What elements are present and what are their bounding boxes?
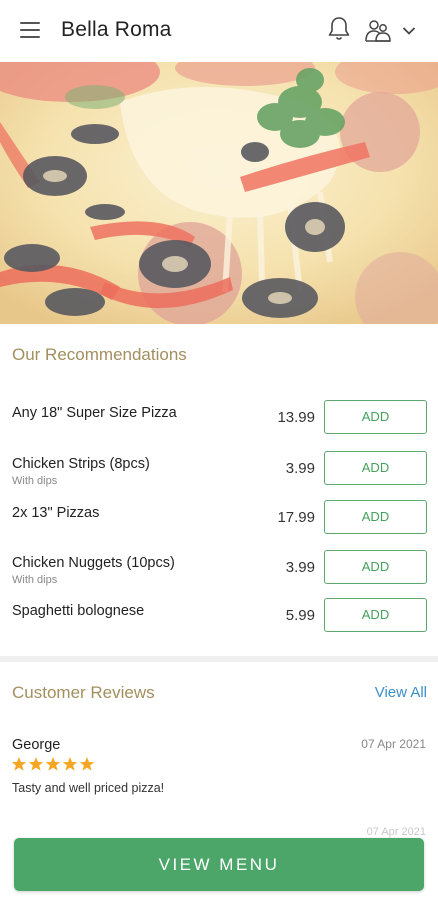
add-button[interactable]: ADD — [324, 550, 427, 584]
item-price: 17.99 — [277, 509, 315, 526]
reviews-title: Customer Reviews — [12, 683, 155, 702]
item-name: 2x 13" Pizzas — [12, 505, 100, 521]
reviewer-name: George — [12, 737, 61, 753]
list-item: 2x 13" Pizzas 17.99 ADD — [0, 500, 438, 545]
item-subtitle: With dips — [12, 475, 58, 487]
item-price: 3.99 — [285, 559, 315, 576]
item-price: 5.99 — [285, 607, 315, 624]
account-icon — [365, 20, 391, 42]
hero-pizza-image — [0, 62, 438, 324]
star-icon — [11, 757, 27, 771]
pizza-photo — [0, 62, 438, 324]
item-subtitle: With dips — [12, 574, 58, 586]
view-menu-button[interactable]: VIEW MENU — [14, 838, 424, 891]
review-date: 07 Apr 2021 — [361, 737, 426, 751]
list-item: Spaghetti bolognese 5.99 ADD — [0, 598, 438, 643]
star-icon — [28, 757, 44, 771]
add-button[interactable]: ADD — [324, 500, 427, 534]
star-icon — [62, 757, 78, 771]
item-name: Chicken Nuggets (10pcs) — [12, 555, 175, 571]
list-item: Any 18" Super Size Pizza 13.99 ADD — [0, 400, 438, 445]
star-icon — [79, 757, 95, 771]
item-name: Any 18" Super Size Pizza — [12, 405, 177, 421]
item-name: Spaghetti bolognese — [12, 603, 145, 619]
recommendations-title: Our Recommendations — [12, 345, 187, 364]
review-text: Tasty and well priced pizza! — [12, 781, 165, 795]
star-rating — [11, 756, 96, 772]
add-button[interactable]: ADD — [324, 400, 427, 434]
add-button[interactable]: ADD — [324, 598, 427, 632]
item-price: 3.99 — [285, 460, 315, 477]
bell-icon[interactable] — [327, 16, 351, 42]
account-menu[interactable] — [364, 18, 424, 44]
next-review-date: 07 Apr 2021 — [366, 826, 426, 838]
list-item: Chicken Nuggets (10pcs) With dips 3.99 A… — [0, 550, 438, 595]
app-header: Bella Roma — [0, 0, 438, 62]
add-button[interactable]: ADD — [324, 451, 427, 485]
item-price: 13.99 — [277, 409, 315, 426]
star-icon — [45, 757, 61, 771]
view-all-link[interactable]: View All — [375, 684, 427, 701]
item-name: Chicken Strips (8pcs) — [12, 456, 150, 472]
page-title: Bella Roma — [61, 18, 172, 41]
list-item: Chicken Strips (8pcs) With dips 3.99 ADD — [0, 451, 438, 496]
menu-icon[interactable] — [20, 22, 40, 38]
chevron-down-icon — [402, 27, 416, 35]
section-divider — [0, 656, 438, 662]
